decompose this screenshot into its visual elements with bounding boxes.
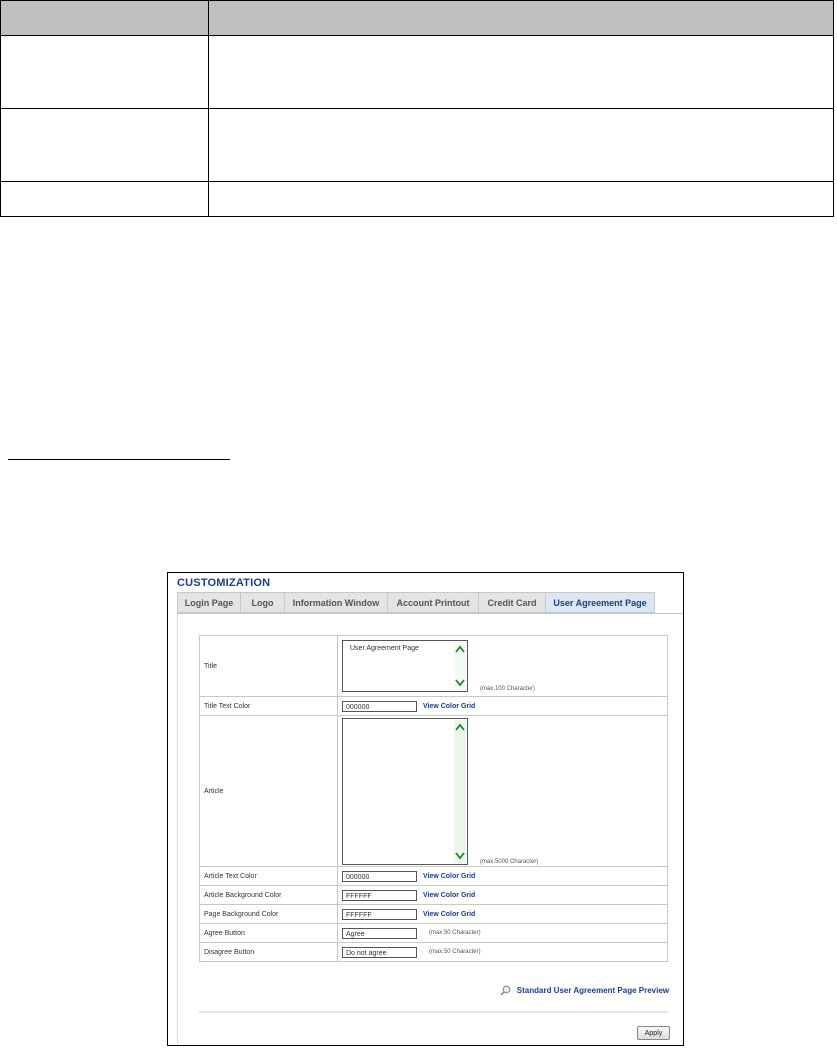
magnifier-icon (500, 985, 511, 996)
page-bg-color-label: Page Background Color (199, 904, 338, 924)
tab-user-agreement-page[interactable]: User Agreement Page (545, 592, 655, 613)
agree-button-input[interactable]: Agree (342, 927, 417, 939)
article-text-color-label: Article Text Color (199, 866, 338, 886)
title-text-color-input[interactable]: 000000 (342, 700, 417, 712)
table-row: Disagree Button Do not agree (max.50 Cha… (199, 942, 668, 962)
article-text-color-cell: 000000 View Color Grid (337, 866, 668, 886)
chevron-down-icon[interactable] (455, 851, 465, 860)
scrollbar[interactable] (454, 719, 466, 863)
tab-bar: Login Page Logo Information Window Accou… (177, 592, 655, 613)
tab-account-printout[interactable]: Account Printout (387, 592, 478, 613)
tab-information-window[interactable]: Information Window (284, 592, 387, 613)
article-textarea[interactable] (342, 717, 468, 865)
disagree-max-note: (max.50 Character) (428, 949, 481, 955)
panel-border (177, 613, 178, 1045)
settings-form: Title User Agreement Page (max.100 Chara… (199, 635, 668, 962)
title-max-note: (max.100 Character) (479, 686, 535, 692)
tab-login-page[interactable]: Login Page (177, 592, 240, 613)
underline-rule (8, 459, 230, 460)
view-color-grid-link[interactable]: View Color Grid (423, 703, 475, 710)
page-title: CUSTOMIZATION (177, 577, 271, 589)
agree-max-note: (max.50 Character) (428, 930, 481, 936)
table-cell (0, 108, 209, 182)
table-cell (0, 35, 209, 109)
scrollbar[interactable] (454, 642, 466, 690)
tab-underline (177, 613, 683, 614)
title-textarea-value: User Agreement Page (350, 645, 419, 652)
disagree-button-cell: Do not agree (max.50 Character) (337, 942, 668, 962)
title-text-color-label: Title Text Color (199, 696, 338, 716)
tab-credit-card[interactable]: Credit Card (478, 592, 545, 613)
table-row: Title User Agreement Page (max.100 Chara… (199, 635, 668, 697)
article-bg-color-cell: FFFFFF View Color Grid (337, 885, 668, 905)
table-row: Article Text Color 000000 View Color Gri… (199, 866, 668, 886)
view-color-grid-link[interactable]: View Color Grid (423, 892, 475, 899)
disagree-button-input[interactable]: Do not agree (342, 946, 417, 958)
preview-link-label[interactable]: Standard User Agreement Page Preview (517, 986, 669, 995)
header-cell-2 (208, 0, 834, 36)
article-bg-color-label: Article Background Color (199, 885, 338, 905)
preview-link[interactable]: Standard User Agreement Page Preview (500, 985, 669, 996)
page-bg-color-input[interactable]: FFFFFF (342, 908, 417, 920)
article-value-cell: (max.5000 Character) (337, 715, 668, 867)
table-row: Article (max.5000 Character) (199, 715, 668, 867)
article-text-color-input[interactable]: 000000 (342, 870, 417, 882)
page-bg-color-cell: FFFFFF View Color Grid (337, 904, 668, 924)
chevron-up-icon[interactable] (455, 723, 465, 731)
header-cell-1 (0, 0, 209, 36)
title-label: Title (199, 635, 338, 697)
agree-button-cell: Agree (max.50 Character) (337, 923, 668, 943)
article-max-note: (max.5000 Character) (479, 858, 539, 865)
title-textarea[interactable]: User Agreement Page (342, 640, 468, 692)
title-text-color-cell: 000000 View Color Grid (337, 696, 668, 716)
table-row: Article Background Color FFFFFF View Col… (199, 885, 668, 905)
table-cell (208, 108, 834, 182)
document-table (0, 0, 834, 217)
article-label: Article (199, 715, 338, 867)
chevron-up-icon[interactable] (455, 645, 465, 653)
table-row: Title Text Color 000000 View Color Grid (199, 696, 668, 716)
customization-screenshot: CUSTOMIZATION Login Page Logo Informatio… (167, 572, 684, 1046)
disagree-button-label: Disagree Button (199, 942, 338, 962)
table-row: Page Background Color FFFFFF View Color … (199, 904, 668, 924)
view-color-grid-link[interactable]: View Color Grid (423, 873, 475, 880)
tab-logo[interactable]: Logo (240, 592, 284, 613)
article-bg-color-input[interactable]: FFFFFF (342, 889, 417, 901)
table-cell (208, 181, 834, 217)
table-row: Agree Button Agree (max.50 Character) (199, 923, 668, 943)
view-color-grid-link[interactable]: View Color Grid (423, 911, 475, 918)
divider (199, 1011, 668, 1013)
apply-button[interactable]: Apply (637, 1026, 670, 1040)
chevron-down-icon[interactable] (455, 679, 465, 687)
table-cell (0, 181, 209, 217)
table-cell (208, 35, 834, 109)
agree-button-label: Agree Button (199, 923, 338, 943)
title-value-cell: User Agreement Page (max.100 Character) (337, 635, 668, 697)
